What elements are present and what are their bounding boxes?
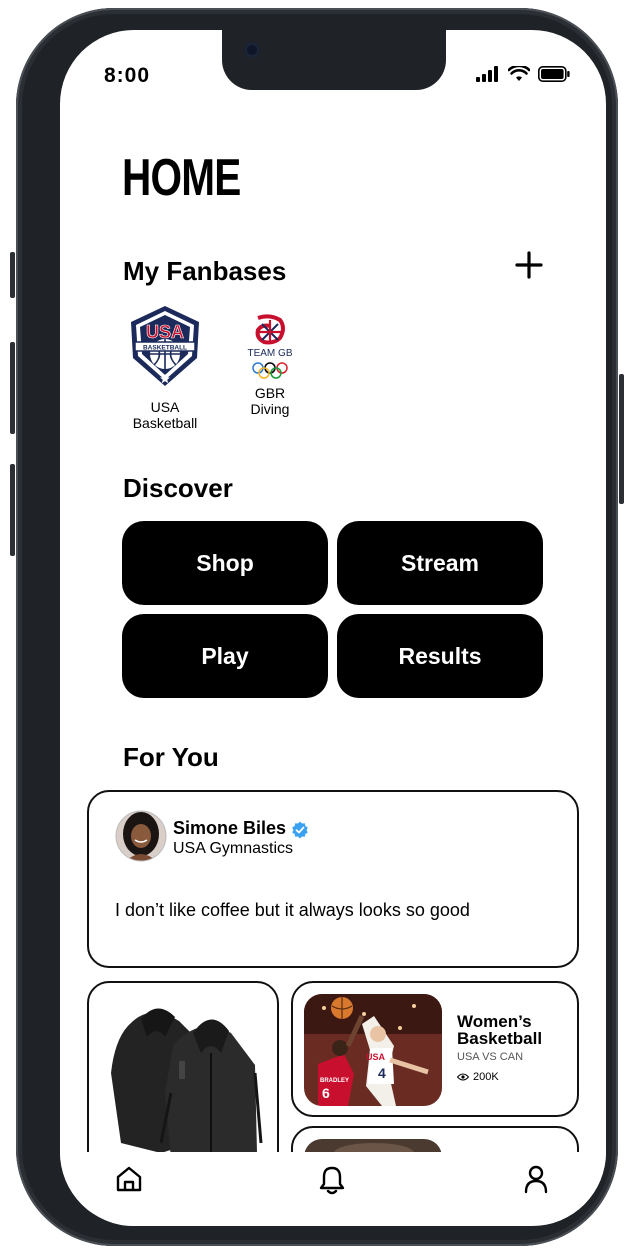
post-org: USA Gymnastics [173, 840, 294, 857]
fanbase-label-line1: USA [150, 399, 180, 415]
eye-icon [457, 1073, 469, 1081]
jersey-name-a: BRADLEY [320, 1078, 349, 1084]
status-time: 8:00 [104, 64, 151, 87]
basketball-game-image: 4 USA 6 BRADLEY [304, 994, 442, 1106]
usa-logo-sub: BASKETBALL [143, 345, 187, 352]
usa-basketball-logo: BASKETBALL USA [131, 306, 199, 386]
battery-icon [538, 66, 570, 82]
fanbase-usa-basketball[interactable]: BASKETBALL USA USA Basketball [110, 304, 220, 431]
status-icons [476, 66, 570, 82]
for-you-title: For You [123, 742, 219, 772]
jersey-text-b: USA [366, 1052, 386, 1062]
discover-title: Discover [123, 473, 233, 503]
bell-icon [319, 1166, 345, 1195]
page-title: HOME [122, 149, 241, 207]
volume-down-button [10, 464, 15, 556]
post-card[interactable]: Simone Biles USA Gymnastics I don’t like… [87, 790, 579, 968]
nav-profile[interactable] [521, 1164, 551, 1201]
camera [244, 42, 260, 58]
notch [222, 30, 446, 90]
mute-switch [10, 252, 15, 298]
results-button[interactable]: Results [337, 614, 543, 698]
stream-button[interactable]: Stream [337, 521, 543, 605]
verified-icon [292, 821, 308, 839]
plus-icon [515, 251, 543, 279]
fanbase-gbr-diving[interactable]: TEAM GB GBR Diving [215, 314, 325, 417]
home-icon [116, 1166, 142, 1192]
wifi-icon [508, 66, 530, 81]
play-button[interactable]: Play [122, 614, 328, 698]
nav-notifications[interactable] [317, 1164, 347, 1201]
avatar [115, 810, 167, 862]
team-gb-logo: TEAM GB [247, 314, 293, 379]
stream-title-line2: Basketball [457, 1029, 543, 1048]
profile-icon [524, 1165, 548, 1194]
stream-card[interactable]: 4 USA 6 BRADLEY Women’s Basketball USA V… [291, 981, 579, 1117]
phone-frame: 8:00 HOME My Fanbases BASKETBALL USA USA… [10, 8, 624, 1246]
fanbases-title: My Fanbases [123, 256, 287, 286]
usa-logo-text: USA [146, 322, 184, 342]
add-fanbase-button[interactable] [515, 248, 543, 286]
fanbase-label-line2: Diving [250, 401, 290, 417]
stream-title: Women’s Basketball [457, 1013, 542, 1047]
team-gb-text: TEAM GB [247, 348, 292, 359]
fanbase-label-line1: GBR [254, 385, 286, 401]
power-button [619, 374, 624, 504]
screen: 8:00 HOME My Fanbases BASKETBALL USA USA… [60, 30, 606, 1226]
fanbase-label-line2: Basketball [132, 415, 198, 431]
bottom-nav [60, 1152, 606, 1226]
shop-button[interactable]: Shop [122, 521, 328, 605]
jersey-number-b: 4 [378, 1065, 386, 1081]
stream-views-count: 200K [473, 1071, 499, 1083]
stream-subtitle: USA VS CAN [457, 1051, 524, 1063]
jersey-number-a: 6 [322, 1085, 330, 1101]
post-text: I don’t like coffee but it always looks … [115, 900, 470, 920]
post-author: Simone Biles [173, 818, 287, 838]
signal-icon [476, 66, 498, 82]
nav-home[interactable] [114, 1164, 144, 1199]
jacket-image [111, 1008, 263, 1159]
stream-views: 200K [457, 1071, 499, 1083]
volume-up-button [10, 342, 15, 434]
